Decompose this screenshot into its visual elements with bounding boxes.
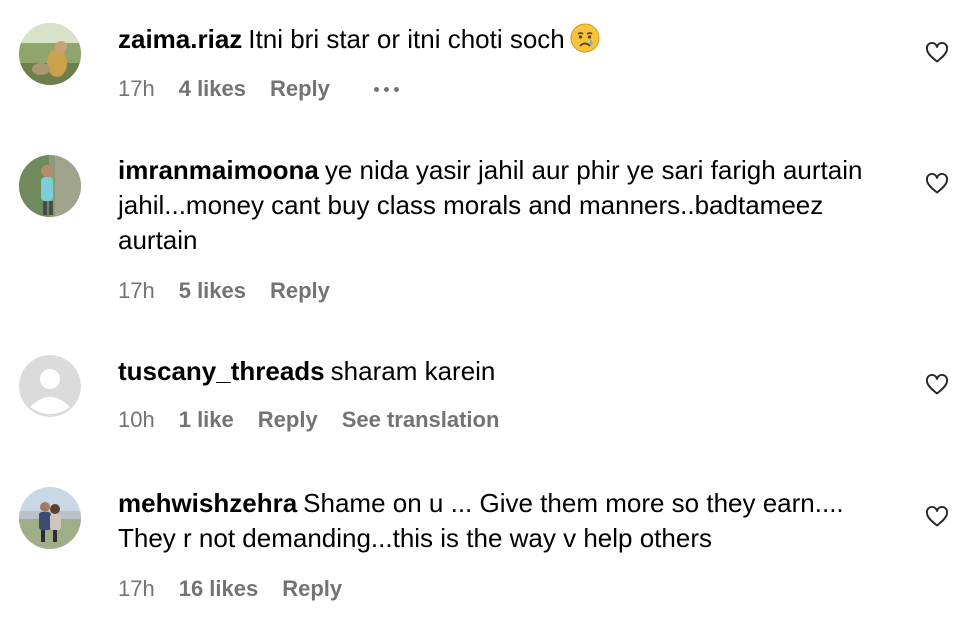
reply-button[interactable]: Reply bbox=[258, 405, 318, 435]
likes-count[interactable]: 1 like bbox=[179, 405, 234, 435]
comment-meta: 17h 16 likes Reply bbox=[118, 574, 888, 604]
comment-meta: 10h 1 like Reply See translation bbox=[118, 405, 888, 435]
avatar[interactable] bbox=[19, 155, 81, 217]
likes-count[interactable]: 4 likes bbox=[179, 74, 246, 104]
crying-face-emoji bbox=[569, 22, 601, 54]
comment-text: mehwishzehra Shame on u ... Give them mor… bbox=[118, 486, 888, 556]
likes-count[interactable]: 16 likes bbox=[179, 574, 259, 604]
comment-username[interactable]: zaima.riaz bbox=[118, 24, 242, 54]
like-heart-icon[interactable] bbox=[925, 172, 949, 196]
like-heart-icon[interactable] bbox=[925, 41, 949, 65]
likes-count[interactable]: 5 likes bbox=[179, 276, 246, 306]
reply-button[interactable]: Reply bbox=[270, 74, 330, 104]
comment: mehwishzehra Shame on u ... Give them mor… bbox=[0, 460, 967, 618]
like-heart-icon[interactable] bbox=[925, 505, 949, 529]
comment-text: zaima.riaz Itni bri star or itni choti so… bbox=[118, 22, 888, 57]
see-translation-link[interactable]: See translation bbox=[342, 405, 500, 435]
comment-time: 17h bbox=[118, 278, 155, 303]
avatar[interactable] bbox=[19, 23, 81, 85]
comment-username[interactable]: imranmaimoona bbox=[118, 155, 319, 185]
comment-meta: 17h 4 likes Reply bbox=[118, 74, 888, 104]
avatar[interactable] bbox=[19, 355, 81, 417]
comment-body: sharam karein bbox=[330, 356, 496, 386]
comment: imranmaimoona ye nida yasir jahil aur phi… bbox=[0, 120, 967, 330]
comment-text: tuscany_threads sharam karein bbox=[118, 354, 888, 389]
comment-username[interactable]: tuscany_threads bbox=[118, 356, 325, 386]
comment-time: 17h bbox=[118, 76, 155, 101]
comment: zaima.riaz Itni bri star or itni choti so… bbox=[0, 0, 967, 120]
reply-button[interactable]: Reply bbox=[270, 276, 330, 306]
comment: tuscany_threads sharam karein 10h 1 like … bbox=[0, 330, 967, 460]
more-options-icon[interactable] bbox=[373, 86, 399, 92]
comment-body: Itni bri star or itni choti soch bbox=[248, 24, 565, 54]
avatar[interactable] bbox=[19, 487, 81, 549]
reply-button[interactable]: Reply bbox=[282, 574, 342, 604]
comment-text: imranmaimoona ye nida yasir jahil aur phi… bbox=[118, 153, 888, 258]
comment-meta: 17h 5 likes Reply bbox=[118, 276, 888, 306]
comment-time: 17h bbox=[118, 576, 155, 601]
like-heart-icon[interactable] bbox=[925, 373, 949, 397]
comment-username[interactable]: mehwishzehra bbox=[118, 488, 297, 518]
comment-time: 10h bbox=[118, 407, 155, 432]
